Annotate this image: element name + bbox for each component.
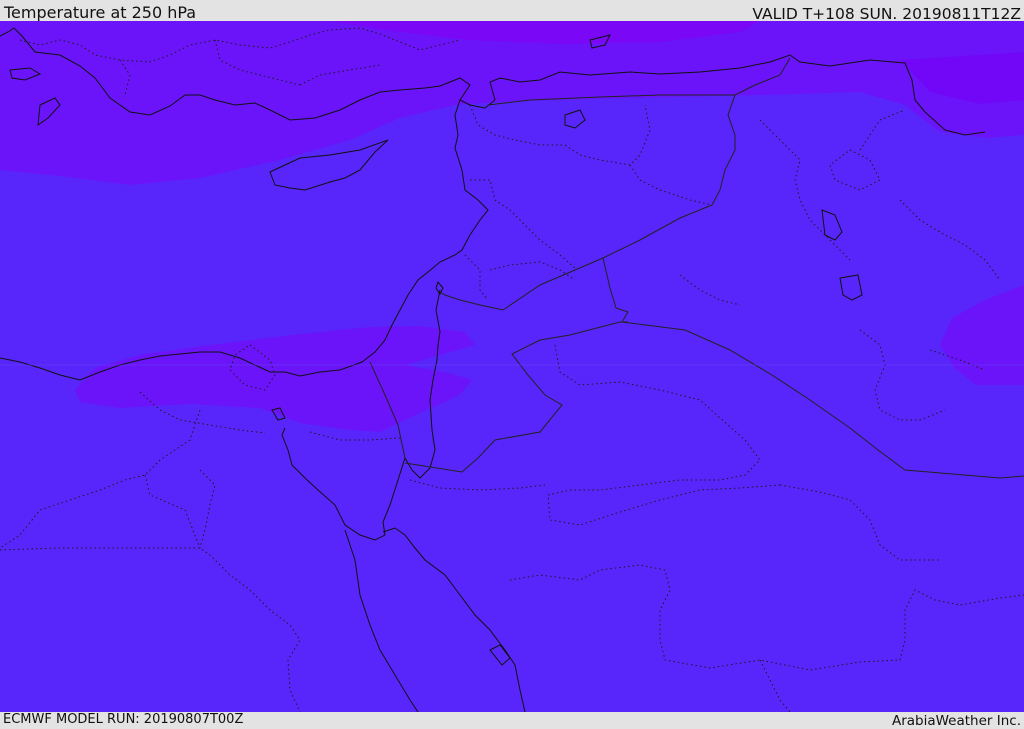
model-run-label: ECMWF MODEL RUN: 20190807T00Z — [3, 712, 244, 727]
credit-label: ArabiaWeather Inc. — [891, 713, 1021, 729]
map-title: Temperature at 250 hPa — [4, 3, 197, 22]
map-canvas[interactable] — [0, 21, 1024, 712]
